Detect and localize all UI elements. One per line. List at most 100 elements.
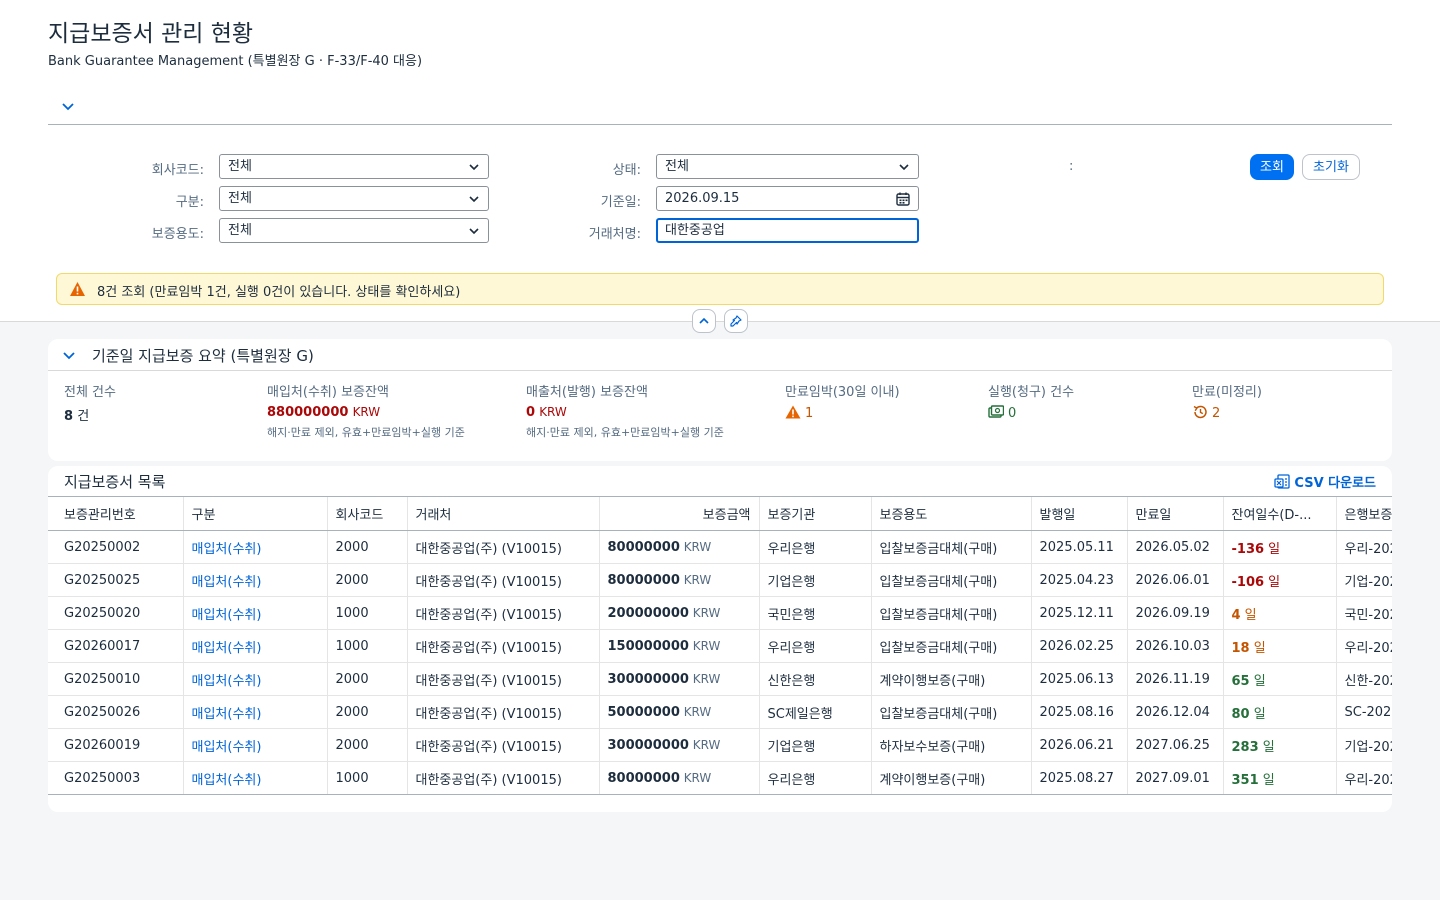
amount-cell: 150000000 KRW [598,629,759,663]
header-divider [48,124,1392,125]
column-header[interactable]: 은행보증 [1335,496,1392,531]
amount-cell: 80000000 KRW [598,530,759,564]
column-header[interactable]: 거래처 [406,496,599,531]
column-header[interactable]: 보증용도 [870,496,1031,531]
page-title: 지급보증서 관리 현황 [48,21,254,47]
company-code-cell: 2000 [326,530,407,564]
csv-download-button[interactable]: CSV 다운로드 [1274,472,1376,491]
bank-cell: 우리은행 [758,629,871,663]
purpose-cell: 계약이행보증(구매) [870,761,1031,795]
summary-title: 기준일 지급보증 요약 (특별원장 G) [92,347,314,365]
category-link[interactable]: 매입처(수취) [192,707,262,722]
kpi-executed-count: 실행(청구) 건수 0 [988,385,1075,421]
table-row[interactable]: G20260019 매입처(수취) 2000 대한중공업(주) (V10015) 300… [48,728,1392,762]
bank-cell: SC제일은행 [758,695,871,729]
pin-header-button[interactable] [724,309,748,333]
column-header[interactable]: 보증금액 [598,496,759,531]
table-row[interactable]: G20250026 매입처(수취) 2000 대한중공업(주) (V10015) 500… [48,695,1392,729]
guarantee-table: 보증관리번호 구분 회사코드 거래처 보증금액 보증기관 보증용도 발행일 만료일 잔여일수(D-… [48,496,1392,795]
category-cell[interactable]: 매입처(수취) [182,563,327,597]
table-row[interactable]: G20250025 매입처(수취) 2000 대한중공업(주) (V10015) 800… [48,563,1392,597]
category-cell[interactable]: 매입처(수취) [182,761,327,795]
table-row[interactable]: G20250010 매입처(수취) 2000 대한중공업(주) (V10015) 300… [48,662,1392,696]
amount-cell: 80000000 KRW [598,761,759,795]
bank-ref-cell: 우리-2025 [1335,530,1392,564]
remaining-days-cell: 80 일 [1222,695,1336,729]
category-cell[interactable]: 매입처(수취) [182,629,327,663]
chevron-down-icon [469,164,479,171]
guarantee-id-cell: G20250003 [48,761,183,795]
guarantee-id-cell: G20260019 [48,728,183,762]
vendor-cell: 대한중공업(주) (V10015) [406,695,599,729]
base-date-picker[interactable]: 2026.09.15 [656,186,919,211]
chevron-down-icon[interactable] [60,98,76,114]
category-cell[interactable]: 매입처(수취) [182,662,327,696]
category-link[interactable]: 매입처(수취) [192,608,262,623]
category-select[interactable]: 전체 [219,186,489,211]
category-link[interactable]: 매입처(수취) [192,740,262,755]
search-button[interactable]: 조회 [1250,154,1294,180]
category-link[interactable]: 매입처(수취) [192,542,262,557]
bank-ref-cell: SC-2025 [1335,695,1392,729]
table-row[interactable]: G20250020 매입처(수취) 1000 대한중공업(주) (V10015) 200… [48,596,1392,630]
money-icon [988,405,1004,418]
guarantee-list-card: 지급보증서 목록 CSV 다운로드 보증관리번호 구분 회사코드 거래처 보증금액 보증기… [48,466,1392,812]
purpose-cell: 입찰보증금대체(구매) [870,596,1031,630]
company-code-cell: 1000 [326,761,407,795]
category-label: 구분: [175,195,204,210]
reset-button[interactable]: 초기화 [1302,154,1360,180]
table-row[interactable]: G20250002 매입처(수취) 2000 대한중공업(주) (V10015) 800… [48,530,1392,564]
amount-cell: 300000000 KRW [598,728,759,762]
column-header[interactable]: 발행일 [1030,496,1127,531]
category-cell[interactable]: 매입처(수취) [182,695,327,729]
table-row[interactable]: G20260017 매입처(수취) 1000 대한중공업(주) (V10015) 150… [48,629,1392,663]
purpose-cell: 입찰보증금대체(구매) [870,695,1031,729]
issue-date-cell: 2025.08.16 [1030,695,1127,729]
guarantee-id-cell: G20250010 [48,662,183,696]
category-link[interactable]: 매입처(수취) [192,674,262,689]
vendor-name-input[interactable]: 대한중공업 [656,218,919,243]
column-header[interactable]: 만료일 [1126,496,1223,531]
summary-divider [48,370,1392,371]
chevron-down-icon[interactable] [62,348,76,362]
amount-cell: 200000000 KRW [598,596,759,630]
issue-date-cell: 2025.04.23 [1030,563,1127,597]
expiry-date-cell: 2026.06.01 [1126,563,1223,597]
purpose-select[interactable]: 전체 [219,218,489,243]
column-header[interactable]: 보증기관 [758,496,871,531]
kpi-total-count: 전체 건수 8 건 [64,385,116,424]
warning-message-strip: 8건 조회 (만료임박 1건, 실행 0건이 있습니다. 상태를 확인하세요) [56,273,1384,305]
category-cell[interactable]: 매입처(수취) [182,596,327,630]
status-label: 상태: [612,163,641,178]
extra-filter-label: : [1069,159,1074,174]
category-link[interactable]: 매입처(수취) [192,575,262,590]
company-code-select[interactable]: 전체 [219,154,489,179]
bank-cell: 우리은행 [758,530,871,564]
base-date-label: 기준일: [600,195,641,210]
guarantee-id-cell: G20250002 [48,530,183,564]
bank-cell: 기업은행 [758,728,871,762]
vendor-cell: 대한중공업(주) (V10015) [406,596,599,630]
vendor-name-label: 거래처명: [588,227,641,242]
status-select[interactable]: 전체 [656,154,919,179]
column-header[interactable]: 구분 [182,496,327,531]
column-header[interactable]: 회사코드 [326,496,407,531]
column-header[interactable]: 잔여일수(D-... [1222,496,1336,531]
category-link[interactable]: 매입처(수취) [192,641,262,656]
vendor-cell: 대한중공업(주) (V10015) [406,761,599,795]
table-row[interactable]: G20250003 매입처(수취) 1000 대한중공업(주) (V10015) 800… [48,761,1392,795]
category-link[interactable]: 매입처(수취) [192,773,262,788]
purpose-cell: 입찰보증금대체(구매) [870,629,1031,663]
collapse-header-button[interactable] [692,309,716,333]
chevron-up-icon [699,317,709,324]
amount-cell: 80000000 KRW [598,563,759,597]
page-subtitle: Bank Guarantee Management (특별원장 G · F-33… [48,54,423,69]
calendar-icon[interactable] [895,191,911,207]
column-header[interactable]: 보증관리번호 [48,496,183,531]
remaining-days-cell: -136 일 [1222,530,1336,564]
pin-icon [730,315,742,327]
category-cell[interactable]: 매입처(수취) [182,530,327,564]
category-cell[interactable]: 매입처(수취) [182,728,327,762]
kpi-sales-balance: 매출처(발행) 보증잔액 0 KRW 해지·만료 제외, 유효+만료임박+실행 … [526,385,724,439]
company-code-cell: 2000 [326,695,407,729]
